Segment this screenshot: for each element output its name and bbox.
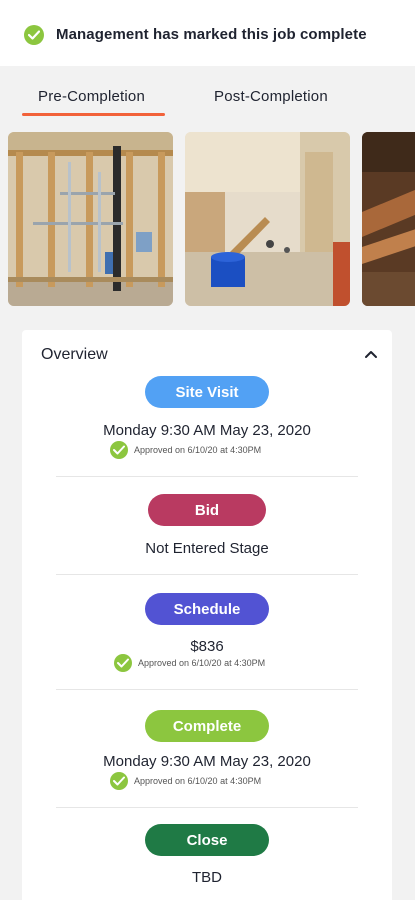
overview-title: Overview (41, 346, 108, 363)
tab-pre-completion[interactable]: Pre-Completion (38, 88, 145, 105)
stage-close-value: TBD (192, 869, 222, 886)
chevron-up-icon[interactable] (364, 346, 378, 364)
tab-post-completion[interactable]: Post-Completion (214, 88, 328, 105)
divider (56, 574, 358, 575)
approval-text: Approved on 6/10/20 at 4:30PM (134, 776, 262, 786)
stage-site-visit-button[interactable]: Site Visit (145, 376, 269, 408)
check-circle-icon (24, 25, 44, 45)
active-tab-indicator (22, 113, 165, 116)
stage-site-visit-value: Monday 9:30 AM May 23, 2020 (103, 422, 311, 439)
stage-schedule-value: $836 (190, 638, 224, 655)
stage-bid-button[interactable]: Bid (148, 494, 266, 526)
banner-text: Management has marked this job complete (56, 26, 367, 43)
stage-site-visit-approval: Approved on 6/10/20 at 4:30PM (110, 441, 261, 459)
stage-complete-button[interactable]: Complete (145, 710, 269, 742)
stage-complete-value: Monday 9:30 AM May 23, 2020 (103, 753, 311, 770)
overview-card: Overview Site Visit Monday 9:30 AM May 2… (22, 330, 392, 900)
tab-bar: Pre-Completion Post-Completion (0, 66, 415, 124)
photo-thumbnail-1[interactable] (8, 132, 173, 306)
stage-bid-value: Not Entered Stage (145, 540, 269, 557)
stage-schedule-button[interactable]: Schedule (145, 593, 269, 625)
check-circle-icon (110, 441, 128, 459)
approval-text: Approved on 6/10/20 at 4:30PM (134, 445, 262, 455)
photo-thumbnail-3[interactable] (362, 132, 415, 306)
completion-banner: Management has marked this job complete (0, 0, 415, 66)
check-circle-icon (114, 654, 132, 672)
approval-text: Approved on 6/10/20 at 4:30PM (138, 658, 266, 668)
divider (56, 807, 358, 808)
stage-close-button[interactable]: Close (145, 824, 269, 856)
photo-thumbnail-2[interactable] (185, 132, 350, 306)
stage-complete-approval: Approved on 6/10/20 at 4:30PM (110, 772, 261, 790)
divider (56, 476, 358, 477)
divider (56, 689, 358, 690)
check-circle-icon (110, 772, 128, 790)
stage-schedule-approval: Approved on 6/10/20 at 4:30PM (114, 654, 265, 672)
